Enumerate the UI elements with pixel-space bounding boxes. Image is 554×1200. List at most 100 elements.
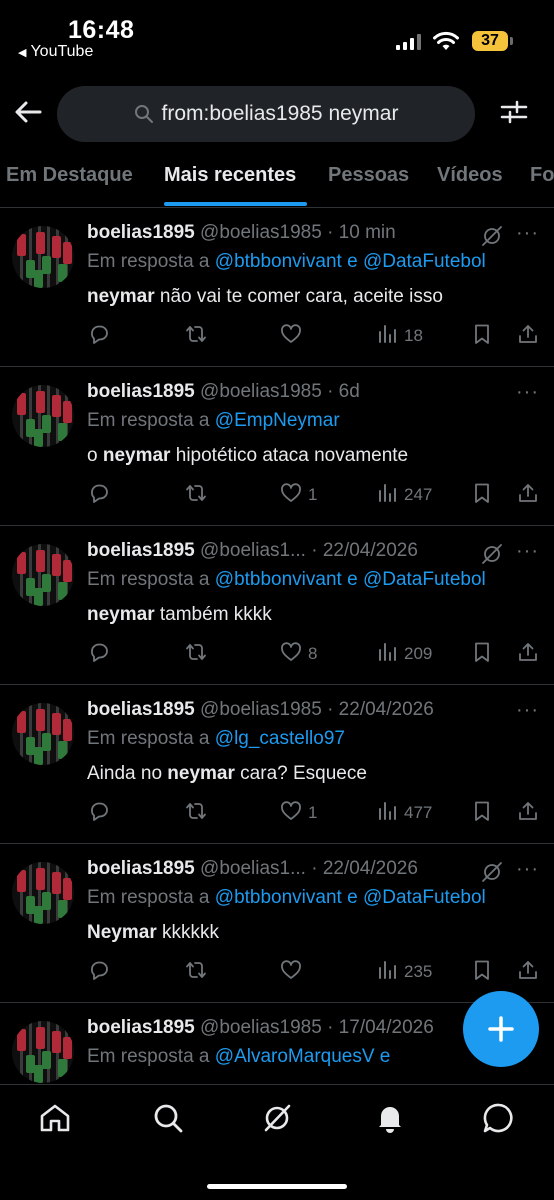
retweet-icon — [185, 800, 207, 827]
search-icon — [134, 105, 153, 123]
reply-mentions[interactable]: @btbbonvivant e @DataFutebol — [215, 569, 486, 590]
compose-button[interactable] — [463, 991, 539, 1067]
reply-button[interactable] — [88, 958, 110, 986]
view-count: 18 — [404, 326, 423, 345]
back-to-app-link[interactable]: ◀ YouTube — [18, 43, 93, 61]
reply-prefix: Em resposta a — [87, 569, 210, 590]
reply-icon — [88, 641, 110, 668]
more-icon[interactable]: ··· — [516, 700, 540, 725]
views-icon — [376, 959, 398, 986]
like-button[interactable]: 1 — [280, 799, 317, 827]
more-icon[interactable]: ··· — [516, 382, 540, 407]
tab-videos[interactable]: Vídeos — [437, 164, 503, 187]
more-icon[interactable]: ··· — [516, 859, 540, 884]
like-button[interactable]: 8 — [280, 640, 317, 668]
tweet-header: boelias1895 @boelias1985 · 17/04/2026 — [87, 1017, 507, 1039]
view-count: 477 — [404, 803, 433, 822]
share-button[interactable] — [517, 799, 539, 827]
home-icon[interactable] — [38, 1101, 72, 1135]
views-button[interactable]: 18 — [376, 322, 423, 350]
retweet-icon — [185, 482, 207, 509]
retweet-button[interactable] — [185, 640, 207, 668]
views-button[interactable]: 477 — [376, 799, 432, 827]
views-button[interactable]: 209 — [376, 640, 432, 668]
tweet-actions: 1 477 — [0, 799, 554, 829]
author-name[interactable]: boelias1895 — [87, 699, 195, 720]
active-tab-indicator — [164, 202, 307, 206]
share-button[interactable] — [517, 322, 539, 350]
reply-button[interactable] — [88, 799, 110, 827]
like-count: 1 — [308, 803, 318, 822]
like-button[interactable] — [280, 958, 308, 986]
views-button[interactable]: 235 — [376, 958, 432, 986]
wifi-icon — [433, 31, 459, 50]
share-button[interactable] — [517, 958, 539, 986]
explore-icon[interactable] — [151, 1101, 185, 1135]
compose-icon — [488, 1016, 514, 1042]
bookmark-button[interactable] — [471, 958, 493, 986]
tweet-text-after: não vai te comer cara, aceite isso — [154, 286, 443, 307]
author-name[interactable]: boelias1895 — [87, 858, 195, 879]
tab-fotos[interactable]: Fo — [530, 164, 554, 187]
filter-icon[interactable] — [500, 98, 528, 126]
bookmark-button[interactable] — [471, 481, 493, 509]
battery-indicator: 37 — [472, 31, 508, 51]
retweet-button[interactable] — [185, 799, 207, 827]
avatar[interactable] — [12, 862, 74, 924]
author-name[interactable]: boelias1895 — [87, 222, 195, 243]
tweet-item[interactable]: boelias1895 @boelias1985 · 10 min ··· Em r… — [0, 208, 554, 367]
more-icon[interactable]: ··· — [516, 541, 540, 566]
retweet-button[interactable] — [185, 481, 207, 509]
notifications-icon[interactable] — [373, 1101, 407, 1135]
reply-mentions[interactable]: @lg_castello97 — [215, 728, 345, 749]
tab-em-destaque[interactable]: Em Destaque — [6, 164, 133, 187]
tweet-item[interactable]: boelias1895 @boelias1985 · 6d ··· Em respo… — [0, 367, 554, 526]
bookmark-button[interactable] — [471, 799, 493, 827]
reply-prefix: Em resposta a — [87, 251, 210, 272]
reply-icon — [88, 800, 110, 827]
bookmark-icon — [471, 482, 493, 509]
reply-mentions[interactable]: @btbbonvivant e @DataFutebol — [215, 887, 486, 908]
bookmark-button[interactable] — [471, 322, 493, 350]
author-name[interactable]: boelias1895 — [87, 540, 195, 561]
tab-pessoas[interactable]: Pessoas — [328, 164, 409, 187]
search-input[interactable]: from:boelias1985 neymar — [57, 86, 475, 142]
grok-nav-icon[interactable] — [260, 1101, 294, 1135]
reply-button[interactable] — [88, 481, 110, 509]
reply-mentions[interactable]: @EmpNeymar — [215, 410, 340, 431]
tab-mais-recentes[interactable]: Mais recentes — [164, 164, 296, 187]
avatar[interactable] — [12, 226, 74, 288]
reply-button[interactable] — [88, 322, 110, 350]
grok-icon[interactable] — [480, 224, 504, 248]
share-button[interactable] — [517, 640, 539, 668]
author-name[interactable]: boelias1895 — [87, 381, 195, 402]
tweet-item[interactable]: boelias1895 @boelias1... · 22/04/2026 ···… — [0, 526, 554, 685]
tweet-item[interactable]: boelias1895 @boelias1... · 22/04/2026 ···… — [0, 844, 554, 1003]
bookmark-button[interactable] — [471, 640, 493, 668]
like-button[interactable]: 1 — [280, 481, 317, 509]
retweet-button[interactable] — [185, 958, 207, 986]
avatar[interactable] — [12, 385, 74, 447]
grok-icon[interactable] — [480, 860, 504, 884]
like-button[interactable] — [280, 322, 308, 350]
more-icon[interactable]: ··· — [516, 223, 540, 248]
messages-icon[interactable] — [482, 1101, 516, 1135]
reply-mentions[interactable]: @AlvaroMarquesV e — [215, 1046, 391, 1067]
tweet-item[interactable]: boelias1895 @boelias1985 · 22/04/2026 ···… — [0, 685, 554, 844]
tweet-actions: 18 — [0, 322, 554, 352]
view-count: 247 — [404, 485, 433, 504]
avatar[interactable] — [12, 544, 74, 606]
reply-button[interactable] — [88, 640, 110, 668]
avatar[interactable] — [12, 1021, 74, 1083]
views-button[interactable]: 247 — [376, 481, 432, 509]
avatar[interactable] — [12, 703, 74, 765]
tweet-header: boelias1895 @boelias1985 · 22/04/2026 — [87, 699, 507, 721]
reply-mentions[interactable]: @btbbonvivant e @DataFutebol — [215, 251, 486, 272]
retweet-button[interactable] — [185, 322, 207, 350]
share-button[interactable] — [517, 481, 539, 509]
search-query: from:boelias1985 neymar — [161, 102, 399, 125]
share-icon — [517, 482, 539, 509]
grok-icon[interactable] — [480, 542, 504, 566]
back-arrow-icon[interactable] — [12, 96, 44, 128]
author-name[interactable]: boelias1895 — [87, 1017, 195, 1038]
